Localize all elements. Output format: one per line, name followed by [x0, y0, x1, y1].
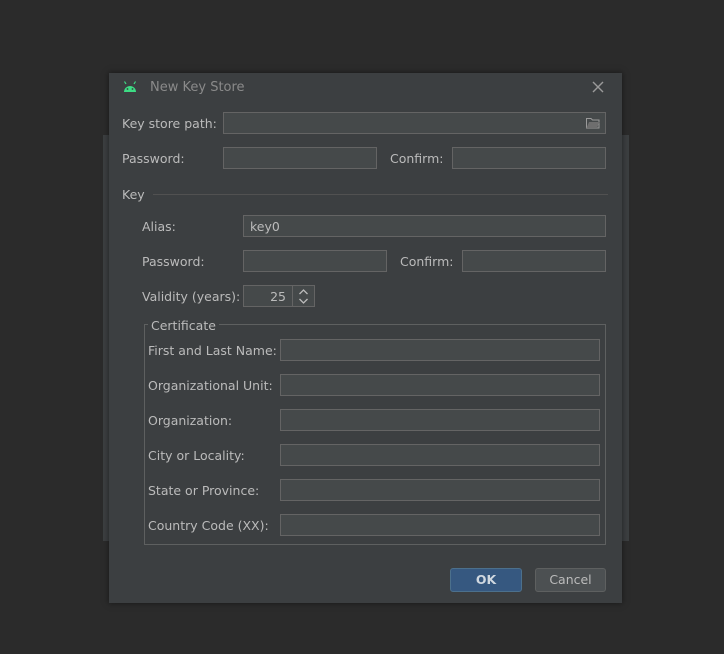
key-password-label: Password: [142, 254, 205, 269]
close-icon[interactable] [590, 79, 606, 95]
state-field[interactable] [280, 479, 600, 501]
country-code-label: Country Code (XX): [148, 518, 269, 533]
chevron-up-icon[interactable] [298, 288, 309, 296]
org-unit-field[interactable] [280, 374, 600, 396]
title-bar: New Key Store [109, 73, 622, 103]
keystore-confirm-input[interactable] [453, 148, 605, 168]
keystore-confirm-field[interactable] [452, 147, 606, 169]
key-confirm-label: Confirm: [400, 254, 454, 269]
country-code-field[interactable] [280, 514, 600, 536]
state-label: State or Province: [148, 483, 260, 498]
spinner-arrows [292, 286, 314, 306]
alias-input[interactable] [244, 216, 605, 236]
organization-field[interactable] [280, 409, 600, 431]
keystore-password-field[interactable] [223, 147, 377, 169]
cancel-button[interactable]: Cancel [535, 568, 606, 592]
city-label: City or Locality: [148, 448, 245, 463]
folder-icon[interactable] [586, 117, 600, 129]
keystore-password-input[interactable] [224, 148, 376, 168]
key-section-label: Key [122, 187, 145, 202]
first-last-name-field[interactable] [280, 339, 600, 361]
keystore-path-label: Key store path: [122, 116, 217, 131]
city-input[interactable] [281, 445, 599, 465]
key-confirm-field[interactable] [462, 250, 606, 272]
key-password-field[interactable] [243, 250, 387, 272]
key-section-separator [153, 194, 608, 195]
org-unit-label: Organizational Unit: [148, 378, 273, 393]
organization-label: Organization: [148, 413, 233, 428]
keystore-confirm-label: Confirm: [390, 151, 444, 166]
dialog-title: New Key Store [150, 80, 245, 95]
org-unit-input[interactable] [281, 375, 599, 395]
validity-spinner[interactable] [243, 285, 315, 307]
first-last-name-label: First and Last Name: [148, 343, 277, 358]
city-field[interactable] [280, 444, 600, 466]
keystore-path-input[interactable] [224, 113, 605, 133]
key-confirm-input[interactable] [463, 251, 605, 271]
validity-label: Validity (years): [142, 289, 241, 304]
organization-input[interactable] [281, 410, 599, 430]
alias-field[interactable] [243, 215, 606, 237]
first-last-name-input[interactable] [281, 340, 599, 360]
keystore-path-field[interactable] [223, 112, 606, 134]
key-password-input[interactable] [244, 251, 386, 271]
alias-label: Alias: [142, 219, 176, 234]
certificate-title: Certificate [148, 318, 219, 333]
state-input[interactable] [281, 480, 599, 500]
ok-button[interactable]: OK [450, 568, 522, 592]
country-code-input[interactable] [281, 515, 599, 535]
android-icon [123, 81, 137, 92]
chevron-down-icon[interactable] [298, 297, 309, 305]
keystore-password-label: Password: [122, 151, 185, 166]
new-key-store-dialog: New Key Store Key store path: Password: … [109, 73, 622, 603]
